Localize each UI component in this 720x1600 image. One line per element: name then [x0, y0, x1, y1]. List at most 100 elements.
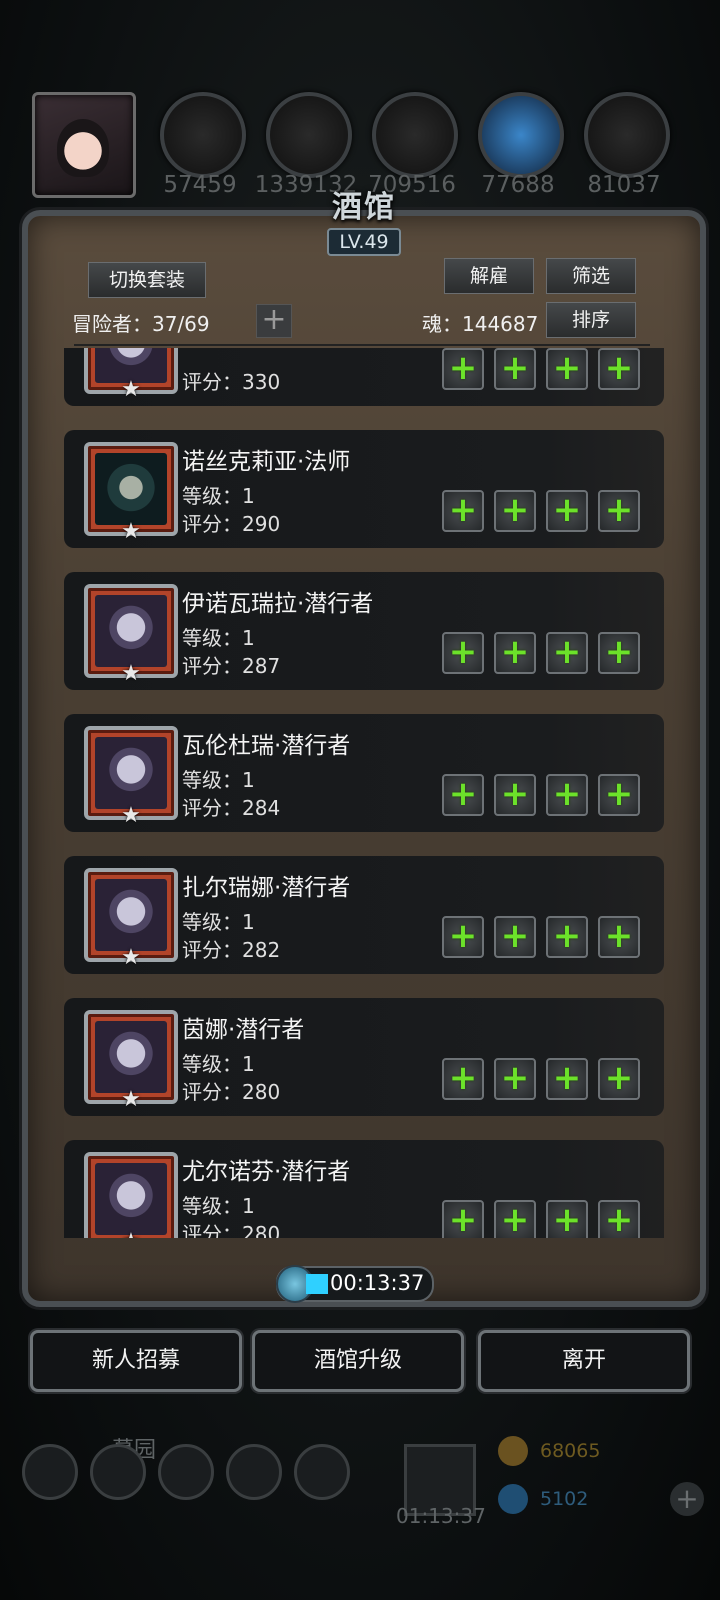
hero-card[interactable]: ★ 瓦伦杜瑞·潜行者 等级：1 评分：284 + + + + — [64, 714, 664, 832]
equip-slot-accessory[interactable]: + — [546, 1058, 588, 1100]
panel-title: 酒馆 — [332, 190, 396, 225]
add-plus-icon: + — [604, 632, 634, 672]
star-icon: ★ — [121, 519, 141, 544]
menu-mail-icon — [226, 1444, 282, 1500]
equip-slot-weapon[interactable]: + — [442, 1058, 484, 1100]
hero-score: 评分：290 — [182, 512, 281, 536]
dismiss-button[interactable]: 解雇 — [444, 258, 534, 294]
switch-outfit-button[interactable]: 切换套装 — [88, 262, 206, 298]
plus-icon: + — [261, 302, 287, 337]
add-plus-icon: + — [552, 348, 582, 388]
add-plus-icon: + — [552, 774, 582, 814]
tavern-upgrade-button[interactable]: 酒馆升级 — [252, 1330, 464, 1392]
menu-emblem-icon — [90, 1444, 146, 1500]
equip-slot-weapon[interactable]: + — [442, 348, 484, 390]
equip-slot-weapon[interactable]: + — [442, 774, 484, 816]
hero-name: 茵娜·潜行者 — [182, 1017, 305, 1043]
hero-name: 诺丝克莉亚·法师 — [182, 449, 351, 475]
equip-slot-armor[interactable]: + — [494, 1200, 536, 1238]
hero-level: 等级：1 — [182, 1052, 255, 1076]
add-plus-icon: + — [500, 348, 530, 388]
equip-slot-armor[interactable]: + — [494, 916, 536, 958]
hero-card[interactable]: ★ 评分：330 + + + + — [64, 348, 664, 406]
equip-slot-weapon[interactable]: + — [442, 490, 484, 532]
equip-slot-extra[interactable]: + — [598, 490, 640, 532]
hero-card[interactable]: ★ 诺丝克莉亚·法师 等级：1 评分：290 + + + + — [64, 430, 664, 548]
add-plus-icon: + — [448, 632, 478, 672]
add-plus-icon: + — [500, 632, 530, 672]
equip-slot-armor[interactable]: + — [494, 632, 536, 674]
gift-timer: 01:13:37 — [396, 1504, 486, 1528]
tavern-level-badge: LV.49 — [327, 228, 401, 256]
hero-score: 评分：284 — [182, 796, 281, 820]
equip-slot-extra[interactable]: + — [598, 916, 640, 958]
add-plus-icon: + — [448, 1200, 478, 1238]
hero-name: 扎尔瑞娜·潜行者 — [182, 875, 351, 901]
rogue-portrait-icon — [95, 737, 167, 809]
equip-slot-armor[interactable]: + — [494, 490, 536, 532]
hero-name: 伊诺瓦瑞拉·潜行者 — [182, 591, 374, 617]
equip-slot-weapon[interactable]: + — [442, 632, 484, 674]
hero-portrait: ★ — [84, 1010, 178, 1112]
sort-button[interactable]: 排序 — [546, 302, 636, 338]
add-plus-icon: + — [500, 774, 530, 814]
equip-slot-weapon[interactable]: + — [442, 1200, 484, 1238]
adventurer-count: 冒险者：37/69 — [72, 312, 210, 336]
leave-button[interactable]: 离开 — [478, 1330, 690, 1392]
equip-slot-weapon[interactable]: + — [442, 916, 484, 958]
avatar-face-icon — [57, 119, 109, 177]
equip-slot-armor[interactable]: + — [494, 774, 536, 816]
add-plus-icon: + — [552, 490, 582, 530]
gem-amount: 5102 — [540, 1488, 589, 1510]
add-plus-icon: + — [448, 916, 478, 956]
recruit-button[interactable]: 新人招募 — [30, 1330, 242, 1392]
tavern-panel: 酒馆 LV.49 切换套装 解雇 筛选 排序 冒险者：37/69 + 魂：144… — [22, 190, 706, 1307]
equip-slot-extra[interactable]: + — [598, 774, 640, 816]
equip-slot-accessory[interactable]: + — [546, 916, 588, 958]
equip-slot-extra[interactable]: + — [598, 348, 640, 390]
hero-list[interactable]: ★ 评分：330 + + + + ★ 诺丝克莉亚·法师 等级：1 评分：290 … — [28, 348, 688, 1238]
equip-slot-accessory[interactable]: + — [546, 1200, 588, 1238]
hero-portrait: ★ — [84, 442, 178, 544]
add-plus-icon: + — [604, 916, 634, 956]
hero-card[interactable]: ★ 扎尔瑞娜·潜行者 等级：1 评分：282 + + + + — [64, 856, 664, 974]
hero-card[interactable]: ★ 伊诺瓦瑞拉·潜行者 等级：1 评分：287 + + + + — [64, 572, 664, 690]
equip-slot-armor[interactable]: + — [494, 1058, 536, 1100]
equip-slot-accessory[interactable]: + — [546, 348, 588, 390]
equip-slot-accessory[interactable]: + — [546, 774, 588, 816]
gem-icon — [498, 1484, 528, 1514]
add-plus-icon: + — [552, 1200, 582, 1238]
equip-slot-extra[interactable]: + — [598, 1058, 640, 1100]
star-icon: ★ — [121, 661, 141, 686]
timer-text: 00:13:37 — [330, 1271, 425, 1295]
rogue-portrait-icon — [95, 1163, 167, 1235]
add-plus-icon: + — [500, 490, 530, 530]
equip-slot-accessory[interactable]: + — [546, 490, 588, 532]
filter-button[interactable]: 筛选 — [546, 258, 636, 294]
equip-slot-accessory[interactable]: + — [546, 632, 588, 674]
rogue-portrait-icon — [95, 1021, 167, 1093]
hero-level: 等级：1 — [182, 910, 255, 934]
add-plus-icon: + — [448, 774, 478, 814]
add-plus-icon: + — [500, 1200, 530, 1238]
hero-card[interactable]: ★ 茵娜·潜行者 等级：1 评分：280 + + + + — [64, 998, 664, 1116]
rogue-portrait-icon — [95, 595, 167, 667]
gold-amount: 68065 — [540, 1440, 601, 1462]
hero-portrait: ★ — [84, 1152, 178, 1238]
upgrade-timer: 00:13:37 — [276, 1265, 434, 1303]
hero-score: 评分：287 — [182, 654, 281, 678]
equip-slot-extra[interactable]: + — [598, 1200, 640, 1238]
equip-slot-extra[interactable]: + — [598, 632, 640, 674]
star-icon: ★ — [121, 803, 141, 828]
add-plus-icon: + — [552, 1058, 582, 1098]
add-plus-icon: + — [500, 1058, 530, 1098]
crystal-icon — [478, 92, 564, 178]
expand-capacity-button[interactable]: + — [256, 304, 292, 338]
hero-score: 评分：280 — [182, 1222, 281, 1238]
hero-name: 尤尔诺芬·潜行者 — [182, 1159, 351, 1185]
equip-slot-armor[interactable]: + — [494, 348, 536, 390]
hero-card[interactable]: ★ 尤尔诺芬·潜行者 等级：1 评分：280 + + + + — [64, 1140, 664, 1238]
menu-gear-icon — [22, 1444, 78, 1500]
timer-progress-fill — [306, 1274, 328, 1294]
add-plus-icon: + — [604, 1058, 634, 1098]
